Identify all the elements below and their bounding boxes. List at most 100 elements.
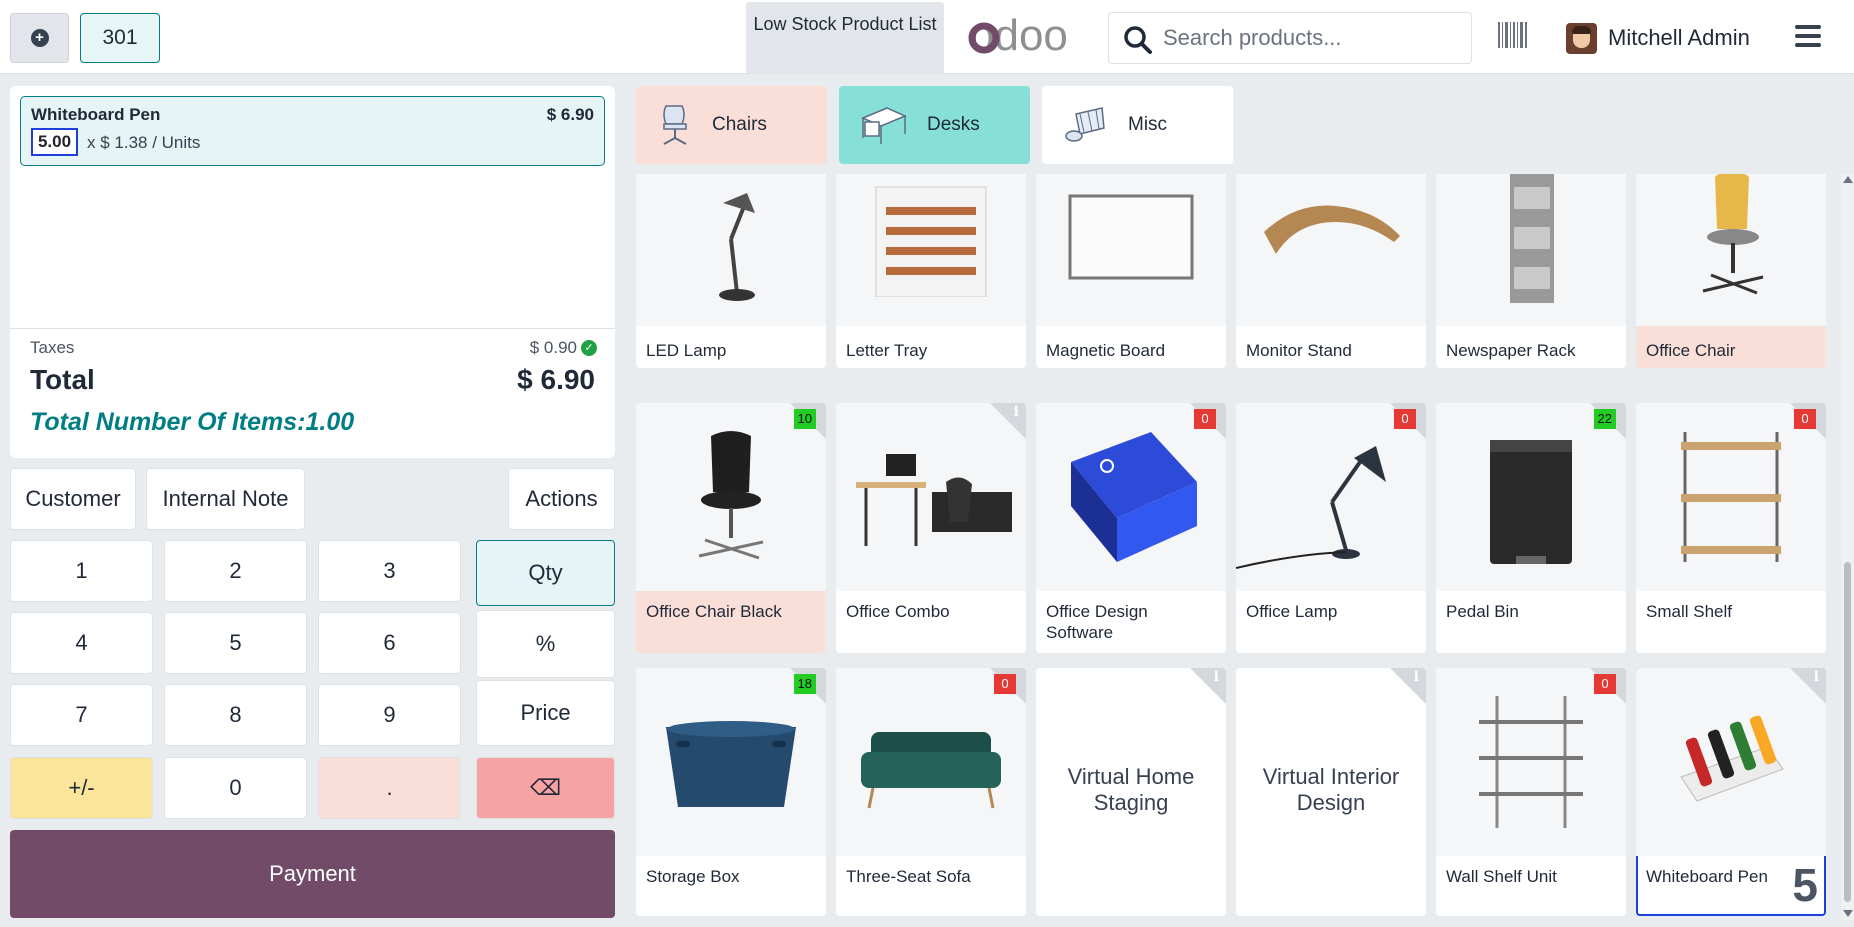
product-card-newspaper-rack[interactable]: 0 Newspaper Rack bbox=[1436, 174, 1626, 368]
numpad-key-9[interactable]: 9 bbox=[318, 684, 461, 746]
product-card-led-lamp[interactable]: 0 LED Lamp bbox=[636, 174, 826, 368]
product-card-virtual-interior-design[interactable]: i Virtual Interior Design bbox=[1236, 668, 1426, 916]
product-name: Storage Box bbox=[646, 867, 740, 886]
total-items: Total Number Of Items:1.00 bbox=[30, 408, 355, 436]
barcode-icon[interactable] bbox=[1498, 22, 1528, 48]
product-name: Office Design Software bbox=[1046, 602, 1148, 642]
scroll-down-icon[interactable] bbox=[1843, 910, 1853, 917]
customer-button[interactable]: Customer bbox=[10, 468, 136, 530]
internal-note-button[interactable]: Internal Note bbox=[146, 468, 305, 530]
info-icon[interactable]: i bbox=[1814, 669, 1819, 685]
order-panel: Whiteboard Pen $ 6.90 5.00 x $ 1.38 / Un… bbox=[10, 86, 615, 458]
product-card-office-chair[interactable]: 0 Office Chair bbox=[1636, 174, 1826, 368]
numpad-key-1[interactable]: 1 bbox=[10, 540, 153, 602]
product-card-letter-tray[interactable]: 0 Letter Tray bbox=[836, 174, 1026, 368]
actions-button[interactable]: Actions bbox=[508, 468, 615, 530]
product-name: Wall Shelf Unit bbox=[1446, 867, 1557, 886]
search-input[interactable] bbox=[1163, 13, 1463, 63]
product-name: Office Combo bbox=[846, 602, 950, 621]
category-chairs[interactable]: Chairs bbox=[636, 86, 827, 164]
product-image bbox=[1436, 174, 1626, 326]
misc-icon bbox=[1065, 107, 1105, 142]
info-icon[interactable]: i bbox=[1414, 669, 1419, 685]
info-corner bbox=[1790, 668, 1826, 704]
menu-icon[interactable] bbox=[1795, 25, 1821, 47]
category-label: Desks bbox=[927, 114, 980, 135]
product-card-office-design-software[interactable]: 0 Office Design Software bbox=[1036, 403, 1226, 653]
user-menu[interactable]: Mitchell Admin bbox=[1566, 22, 1750, 54]
order-tab[interactable]: 301 bbox=[80, 13, 160, 63]
desk-icon bbox=[861, 107, 907, 144]
product-scrollbar[interactable] bbox=[1841, 174, 1854, 920]
divider bbox=[10, 328, 615, 329]
category-misc[interactable]: Misc bbox=[1042, 86, 1233, 164]
product-card-monitor-stand[interactable]: 0 Monitor Stand bbox=[1236, 174, 1426, 368]
numpad-key-2[interactable]: 2 bbox=[164, 540, 307, 602]
product-card-magnetic-board[interactable]: 0 Magnetic Board bbox=[1036, 174, 1226, 368]
numpad-key-5[interactable]: 5 bbox=[164, 612, 307, 674]
product-card-storage-box[interactable]: 18 Storage Box bbox=[636, 668, 826, 916]
info-corner bbox=[1190, 668, 1226, 704]
product-card-pedal-bin[interactable]: 22 Pedal Bin bbox=[1436, 403, 1626, 653]
qty-mode-button[interactable]: Qty bbox=[476, 540, 615, 606]
product-card-office-chair-black[interactable]: 10 Office Chair Black bbox=[636, 403, 826, 653]
stock-badge: 22 bbox=[1593, 409, 1616, 429]
numpad-key-7[interactable]: 7 bbox=[10, 684, 153, 746]
cart-quantity-badge: 5 bbox=[1792, 859, 1818, 911]
check-icon: ✓ bbox=[581, 340, 597, 356]
category-label: Chairs bbox=[712, 114, 767, 135]
scroll-up-icon[interactable] bbox=[1843, 176, 1853, 183]
price-mode-button[interactable]: Price bbox=[476, 680, 615, 746]
product-name: Monitor Stand bbox=[1246, 341, 1352, 360]
total-value: $ 6.90 bbox=[517, 364, 595, 395]
numpad-key-3[interactable]: 3 bbox=[318, 540, 461, 602]
numpad-key-4[interactable]: 4 bbox=[10, 612, 153, 674]
product-name: Pedal Bin bbox=[1446, 602, 1519, 621]
category-bar: Chairs Desks Misc bbox=[627, 74, 1854, 169]
product-image bbox=[836, 174, 1026, 326]
plus-minus-button[interactable]: +/- bbox=[10, 757, 153, 819]
product-name: Newspaper Rack bbox=[1446, 341, 1576, 360]
discount-mode-button[interactable]: % bbox=[476, 610, 615, 678]
numpad-key-6[interactable]: 6 bbox=[318, 612, 461, 674]
stock-badge: 0 bbox=[994, 674, 1016, 694]
product-name: Letter Tray bbox=[846, 341, 928, 360]
category-desks[interactable]: Desks bbox=[839, 86, 1030, 164]
product-name: Office Chair Black bbox=[646, 602, 782, 621]
backspace-button[interactable]: ⌫ bbox=[476, 757, 615, 819]
payment-button[interactable]: Payment bbox=[10, 830, 615, 918]
product-name: Three-Seat Sofa bbox=[846, 867, 971, 886]
total-label: Total bbox=[30, 364, 95, 395]
numpad-key-8[interactable]: 8 bbox=[164, 684, 307, 746]
info-icon[interactable]: i bbox=[1214, 669, 1219, 685]
product-card-wall-shelf-unit[interactable]: 0 Wall Shelf Unit bbox=[1436, 668, 1626, 916]
order-line-product: Whiteboard Pen bbox=[31, 105, 161, 124]
product-image bbox=[636, 174, 826, 326]
product-name: Virtual Home Staging bbox=[1067, 764, 1195, 815]
new-order-button[interactable]: + bbox=[10, 13, 69, 63]
product-card-office-lamp[interactable]: 0 Office Lamp bbox=[1236, 403, 1426, 653]
info-icon[interactable]: i bbox=[1014, 404, 1019, 420]
order-line-unit-price: x $ 1.38 / Units bbox=[87, 133, 201, 152]
product-card-office-combo[interactable]: i Office Combo bbox=[836, 403, 1026, 653]
chair-icon bbox=[663, 105, 687, 145]
product-grid: 0 LED Lamp 0 Letter Tray 0 Magnetic Boar… bbox=[627, 174, 1837, 920]
decimal-button[interactable]: . bbox=[318, 757, 461, 819]
product-card-three-seat-sofa[interactable]: 0 Three-Seat Sofa bbox=[836, 668, 1026, 916]
product-card-small-shelf[interactable]: 0 Small Shelf bbox=[1636, 403, 1826, 653]
category-label: Misc bbox=[1128, 114, 1168, 135]
product-name: Whiteboard Pen bbox=[1646, 867, 1768, 886]
product-card-whiteboard-pen[interactable]: i Whiteboard Pen 5 bbox=[1636, 668, 1826, 916]
order-line-quantity[interactable]: 5.00 bbox=[31, 128, 78, 156]
plus-circle-icon: + bbox=[30, 29, 49, 47]
stock-badge: 0 bbox=[1594, 674, 1616, 694]
numpad-key-0[interactable]: 0 bbox=[164, 757, 307, 819]
product-image bbox=[1036, 174, 1226, 326]
product-card-virtual-home-staging[interactable]: i Virtual Home Staging bbox=[1036, 668, 1226, 916]
low-stock-button[interactable]: Low Stock Product List bbox=[746, 2, 944, 74]
stock-badge: 10 bbox=[793, 409, 816, 429]
order-line[interactable]: Whiteboard Pen $ 6.90 5.00 x $ 1.38 / Un… bbox=[20, 96, 605, 166]
product-name: LED Lamp bbox=[646, 341, 727, 360]
taxes-value: $ 0.90 bbox=[529, 338, 577, 357]
scroll-thumb[interactable] bbox=[1844, 562, 1851, 902]
